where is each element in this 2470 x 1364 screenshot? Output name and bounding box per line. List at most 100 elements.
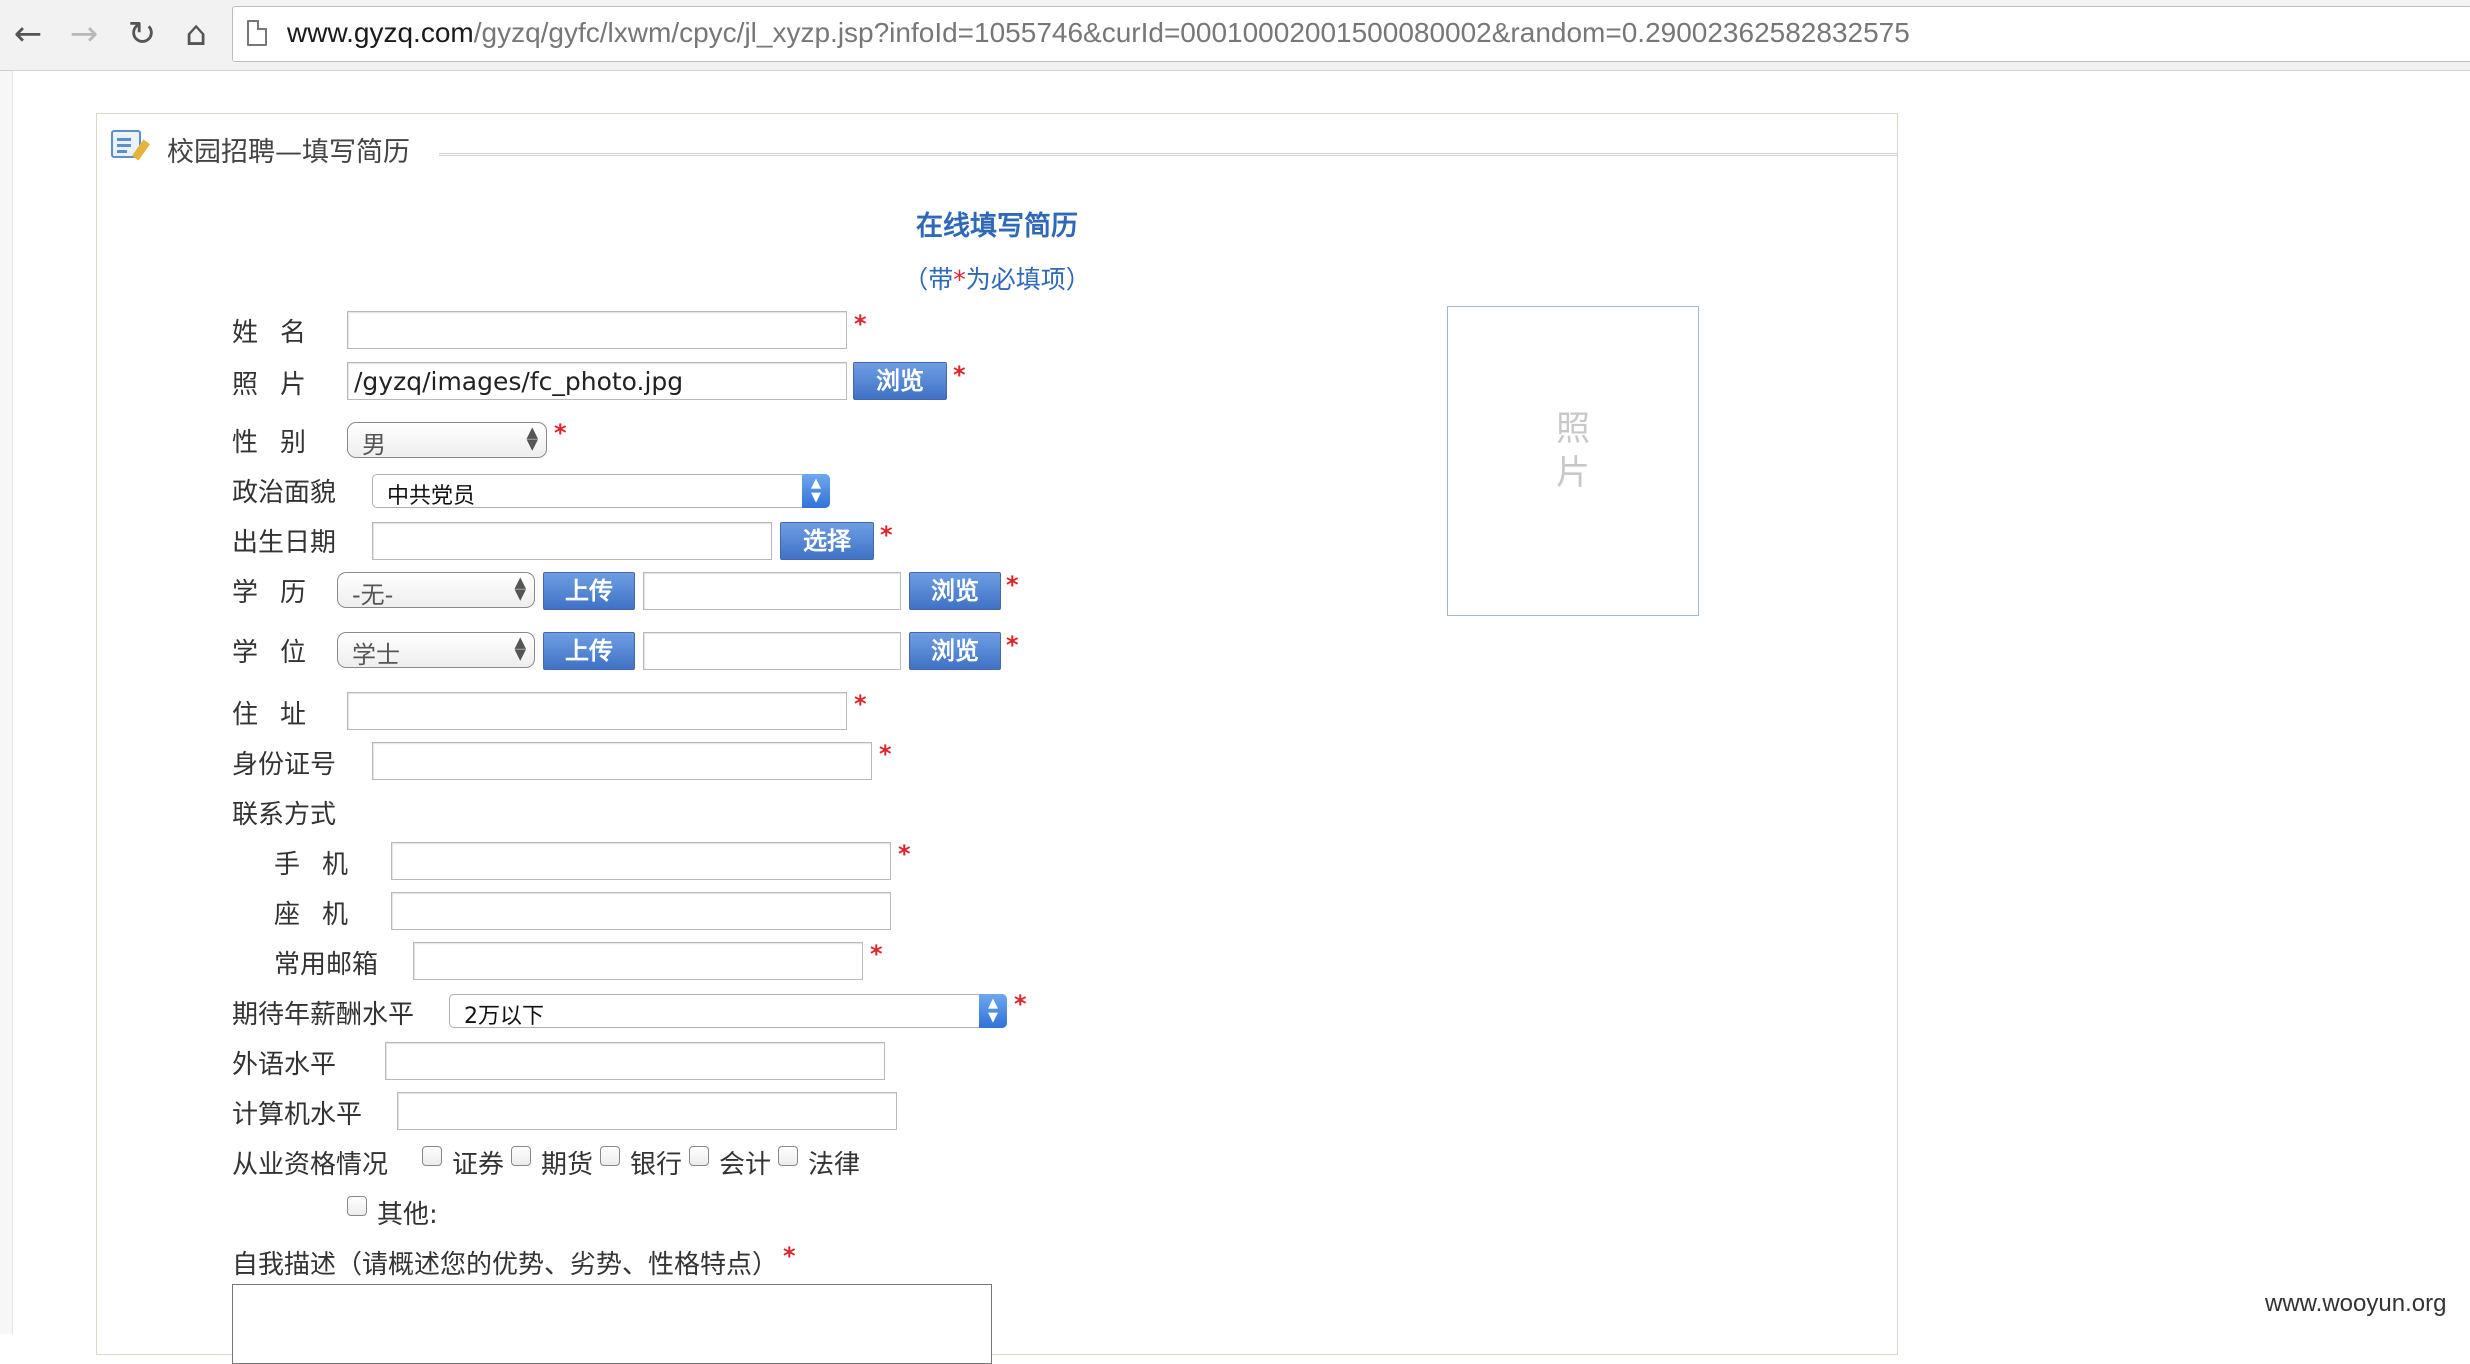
- photo-placeholder-text: 照片: [1448, 407, 1698, 495]
- gender-required-star: *: [554, 419, 567, 447]
- photo-browse-button[interactable]: 浏览: [853, 362, 947, 400]
- reload-icon[interactable]: ↻: [122, 14, 162, 54]
- qualification-label: 从业资格情况: [232, 1150, 389, 1180]
- url-text[interactable]: www.gyzq.com/gyzq/gyfc/lxwm/cpyc/jl_xyzp…: [287, 17, 1910, 49]
- address-label: 住址: [232, 700, 329, 730]
- birthdate-label: 出生日期: [232, 528, 337, 558]
- id-number-input[interactable]: [372, 742, 872, 780]
- select-arrows-icon: ▲ ▼: [526, 423, 538, 453]
- photo-placeholder-line2: 片: [1556, 453, 1590, 493]
- education-browse-button[interactable]: 浏览: [909, 572, 1001, 610]
- id-number-required-star: *: [879, 740, 892, 768]
- address-input[interactable]: [347, 692, 847, 730]
- salary-label: 期待年薪酬水平: [232, 1000, 415, 1030]
- education-label: 学历: [232, 578, 329, 608]
- salary-select[interactable]: 2万以下 ▲ ▼: [449, 994, 1007, 1029]
- page-icon: [247, 20, 267, 46]
- qualification-checkbox[interactable]: [600, 1146, 620, 1166]
- qualification-checkbox[interactable]: [689, 1146, 709, 1166]
- url-host: www.gyzq.com: [287, 17, 474, 48]
- computer-label: 计算机水平: [232, 1100, 363, 1130]
- self-description-required-star: *: [783, 1242, 796, 1270]
- name-input[interactable]: [347, 311, 847, 349]
- birthdate-choose-button[interactable]: 选择: [780, 522, 874, 560]
- url-path: /gyzq/gyfc/lxwm/cpyc/jl_xyzp.jsp?infoId=…: [473, 17, 1910, 48]
- education-select[interactable]: -无- ▲ ▼: [337, 572, 535, 609]
- landline-label: 座机: [274, 900, 371, 930]
- photo-preview: 照片: [1447, 306, 1699, 616]
- required-note-suffix: 为必填项）: [965, 265, 1091, 294]
- self-description-textarea[interactable]: [232, 1284, 992, 1364]
- education-file-input[interactable]: [643, 572, 901, 610]
- degree-required-star: *: [1006, 631, 1019, 659]
- email-label: 常用邮箱: [274, 950, 379, 980]
- landline-input[interactable]: [391, 892, 891, 930]
- name-label: 姓名: [232, 318, 329, 348]
- qualification-checkbox[interactable]: [778, 1146, 798, 1166]
- politics-select[interactable]: 中共党员 ▲ ▼: [372, 474, 830, 509]
- required-note: （带*为必填项）: [97, 260, 1897, 296]
- address-bar[interactable]: www.gyzq.com/gyzq/gyfc/lxwm/cpyc/jl_xyzp…: [232, 6, 2470, 62]
- self-description-label: 自我描述（请概述您的优势、劣势、性格特点）: [232, 1250, 779, 1280]
- photo-placeholder-line1: 照: [1556, 409, 1590, 449]
- computer-input[interactable]: [397, 1092, 897, 1130]
- degree-label: 学位: [232, 638, 329, 668]
- id-number-label: 身份证号: [232, 750, 337, 780]
- salary-select-value: 2万以下: [464, 1004, 544, 1029]
- other-qualification-label: 其他:: [377, 1200, 438, 1230]
- gender-select-value: 男: [362, 431, 386, 459]
- email-input[interactable]: [413, 942, 863, 980]
- panel-title: 校园招聘—填写简历: [167, 137, 410, 168]
- contact-label: 联系方式: [232, 800, 337, 830]
- required-note-star: *: [953, 265, 966, 294]
- mobile-label: 手机: [274, 850, 371, 880]
- resume-panel: 校园招聘—填写简历 在线填写简历 （带*为必填项） 姓名 * 照片 /gyzq/…: [96, 113, 1898, 1364]
- home-icon[interactable]: ⌂: [176, 14, 216, 54]
- birthdate-input[interactable]: [372, 522, 772, 560]
- select-arrows-icon: ▲ ▼: [514, 573, 526, 603]
- panel-title-rule: [439, 153, 1897, 156]
- gender-select[interactable]: 男 ▲ ▼: [347, 422, 547, 459]
- qualification-option-label: 证券: [452, 1150, 505, 1180]
- forward-arrow-icon[interactable]: →: [64, 14, 104, 54]
- photo-required-star: *: [953, 361, 966, 389]
- degree-file-input[interactable]: [643, 632, 901, 670]
- other-qualification-checkbox[interactable]: [347, 1196, 367, 1216]
- degree-browse-button[interactable]: 浏览: [909, 632, 1001, 670]
- language-label: 外语水平: [232, 1050, 337, 1080]
- edit-document-icon: [111, 130, 151, 161]
- education-upload-button[interactable]: 上传: [543, 572, 635, 610]
- name-required-star: *: [854, 310, 867, 338]
- degree-select-value: 学士: [352, 641, 400, 669]
- politics-select-value: 中共党员: [387, 484, 476, 509]
- email-required-star: *: [870, 940, 883, 968]
- qualification-option-label: 期货: [541, 1150, 594, 1180]
- select-arrows-icon: ▲ ▼: [514, 633, 526, 663]
- education-select-value: -无-: [352, 581, 394, 609]
- qualification-checkbox[interactable]: [511, 1146, 531, 1166]
- politics-label: 政治面貌: [232, 478, 337, 508]
- select-arrows-icon: ▲ ▼: [979, 994, 1007, 1028]
- form-title: 在线填写简历: [916, 211, 1078, 242]
- birthdate-required-star: *: [880, 521, 893, 549]
- qualification-checkbox[interactable]: [422, 1146, 442, 1166]
- mobile-required-star: *: [898, 840, 911, 868]
- photo-label: 照片: [232, 370, 329, 400]
- degree-select[interactable]: 学士 ▲ ▼: [337, 632, 535, 669]
- photo-path-input[interactable]: /gyzq/images/fc_photo.jpg: [347, 362, 847, 400]
- select-arrows-icon: ▲ ▼: [802, 474, 830, 508]
- page-gutter: [0, 71, 13, 1334]
- qualification-option-label: 会计: [719, 1150, 772, 1180]
- back-arrow-icon[interactable]: ←: [8, 14, 48, 54]
- gender-label: 性别: [232, 428, 329, 458]
- address-required-star: *: [854, 690, 867, 718]
- required-note-prefix: （带: [903, 265, 954, 294]
- degree-upload-button[interactable]: 上传: [543, 632, 635, 670]
- language-input[interactable]: [385, 1042, 885, 1080]
- qualification-option-label: 法律: [808, 1150, 861, 1180]
- mobile-input[interactable]: [391, 842, 891, 880]
- salary-required-star: *: [1014, 990, 1027, 1018]
- watermark: www.wooyun.org: [2265, 1290, 2447, 1317]
- qualification-option-label: 银行: [630, 1150, 683, 1180]
- browser-toolbar: ← → ↻ ⌂ www.gyzq.com/gyzq/gyfc/lxwm/cpyc…: [0, 0, 2470, 71]
